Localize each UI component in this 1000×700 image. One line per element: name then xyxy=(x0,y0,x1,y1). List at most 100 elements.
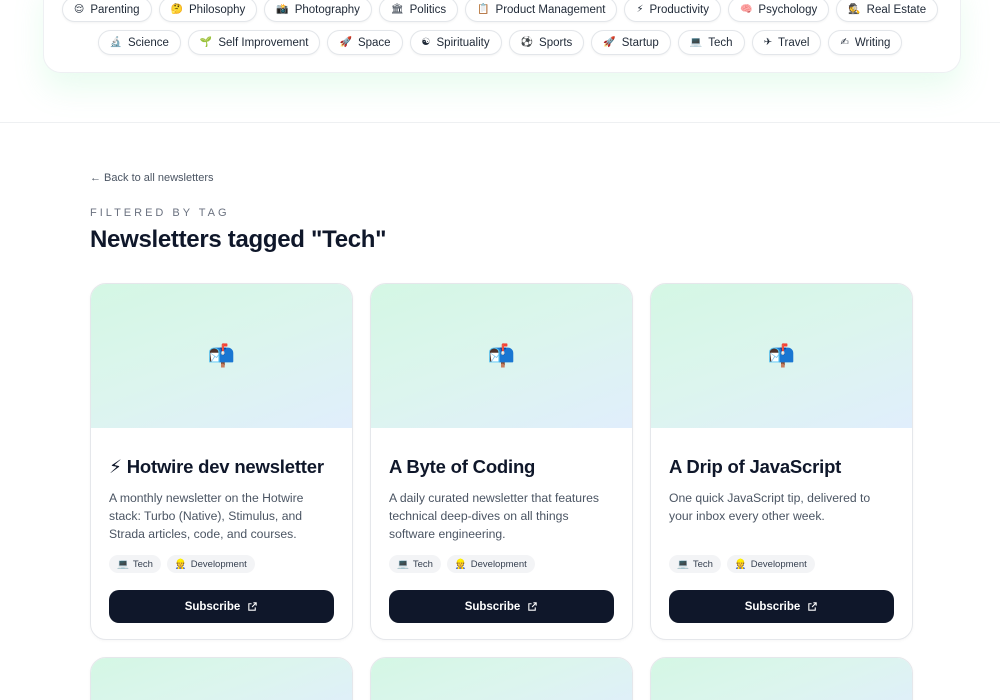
photography-icon: 📸 xyxy=(276,4,289,15)
tag-chip-self-improvement[interactable]: 🌱 Self Improvement xyxy=(187,30,321,55)
tag-chip-parenting[interactable]: 😌 Parenting xyxy=(61,0,152,22)
product-management-icon: 📋 xyxy=(477,4,490,15)
tag-row-2: 🔬 Science 🌱 Self Improvement 🚀 Space ☯ Spiritua… xyxy=(0,30,1000,55)
laptop-icon: 💻 xyxy=(117,558,129,570)
tag-tech[interactable]: 💻 Tech xyxy=(669,555,721,573)
parenting-icon: 😌 xyxy=(73,4,85,15)
tag-chip-travel[interactable]: ✈ Travel xyxy=(751,30,822,55)
tag-chip-real-estate[interactable]: 🕵 Real Estate xyxy=(836,0,939,22)
tag-chip-politics[interactable]: 🏛 Politics xyxy=(378,0,459,22)
page-title: Newsletters tagged "Tech" xyxy=(90,226,387,253)
newsletter-card: 📬 A Byte of Coding A daily curated newsl… xyxy=(370,283,633,640)
science-icon: 🔬 xyxy=(109,37,122,48)
tag-chip-writing[interactable]: ✍ Writing xyxy=(828,30,903,55)
tag-chip-product-management[interactable]: 📋 Product Management xyxy=(465,0,618,22)
newsletter-grid: 📬 ⚡ Hotwire dev newsletter A monthly new… xyxy=(90,283,914,700)
tag-chip-label: Writing xyxy=(854,36,891,49)
card-hero: 📬 xyxy=(91,284,352,428)
tag-chip-label: Spirituality xyxy=(436,36,490,49)
tag-chip-photography[interactable]: 📸 Photography xyxy=(264,0,372,22)
tag-tech[interactable]: 💻 Tech xyxy=(109,555,161,573)
tag-chip-label: Real Estate xyxy=(866,3,927,16)
tag-chip-science[interactable]: 🔬 Science xyxy=(97,30,181,55)
tag-chip-label: Politics xyxy=(409,3,447,16)
back-to-all-link[interactable]: ← Back to all newsletters xyxy=(90,172,214,184)
card-description: One quick JavaScript tip, delivered to y… xyxy=(669,491,871,523)
subscribe-button[interactable]: Subscribe xyxy=(389,590,614,623)
laptop-icon: 💻 xyxy=(677,558,689,570)
tag-label: Development xyxy=(750,558,807,570)
tag-chip-space[interactable]: 🚀 Space xyxy=(327,30,403,55)
mailbox-icon: 📬 xyxy=(487,343,516,368)
tag-chip-label: Startup xyxy=(621,36,659,49)
subscribe-label: Subscribe xyxy=(184,600,241,613)
external-link-icon xyxy=(808,602,818,611)
construction-worker-icon: 👷 xyxy=(454,558,467,570)
tag-label: Tech xyxy=(132,558,153,570)
tag-chip-label: Parenting xyxy=(90,3,140,16)
laptop-icon: 💻 xyxy=(397,558,409,570)
tag-tech[interactable]: 💻 Tech xyxy=(389,555,441,573)
subscribe-button[interactable]: Subscribe xyxy=(109,590,334,623)
card-hero: 📬 xyxy=(651,284,912,428)
construction-worker-icon: 👷 xyxy=(734,558,747,570)
filter-eyebrow: FILTERED BY TAG xyxy=(90,207,230,219)
back-link-label: ← Back to all newsletters xyxy=(90,172,214,184)
tag-chip-startup[interactable]: 🚀 Startup xyxy=(591,30,671,55)
subscribe-button[interactable]: Subscribe xyxy=(669,590,894,623)
tag-label: Tech xyxy=(412,558,433,570)
card-title[interactable]: A Byte of Coding xyxy=(389,456,614,480)
card-description: A daily curated newsletter that features… xyxy=(389,491,600,541)
travel-icon: ✈ xyxy=(763,37,772,48)
tag-chip-label: Travel xyxy=(777,36,810,49)
newsletter-card: 📬 A Drip of JavaScript One quick JavaScr… xyxy=(650,283,913,640)
tag-label: Development xyxy=(190,558,247,570)
tag-development[interactable]: 👷 Development xyxy=(166,555,255,573)
writing-icon: ✍ xyxy=(840,37,849,48)
tag-chip-label: Productivity xyxy=(649,3,709,16)
card-title[interactable]: ⚡ Hotwire dev newsletter xyxy=(109,456,334,480)
external-link-icon xyxy=(248,602,258,611)
tag-chip-philosophy[interactable]: 🤔 Philosophy xyxy=(158,0,258,22)
tag-chip-label: Photography xyxy=(294,3,360,16)
tag-chip-tech[interactable]: 💻 Tech xyxy=(677,30,745,55)
card-tags: 💻 Tech 👷 Development xyxy=(669,555,894,573)
productivity-icon: ⚡ xyxy=(636,4,644,15)
tag-chip-label: Product Management xyxy=(495,3,606,16)
tag-development[interactable]: 👷 Development xyxy=(446,555,535,573)
tag-chip-psychology[interactable]: 🧠 Psychology xyxy=(727,0,830,22)
section-divider xyxy=(0,122,1000,123)
newsletter-card xyxy=(370,657,633,700)
tag-chip-label: Sports xyxy=(539,36,573,49)
newsletter-card: 📬 ⚡ Hotwire dev newsletter A monthly new… xyxy=(90,283,353,640)
card-tags: 💻 Tech 👷 Development xyxy=(109,555,334,573)
psychology-icon: 🧠 xyxy=(739,4,753,15)
tag-development[interactable]: 👷 Development xyxy=(726,555,815,573)
tag-label: Development xyxy=(470,558,527,570)
tag-chip-productivity[interactable]: ⚡ Productivity xyxy=(624,0,721,22)
tag-chip-label: Self Improvement xyxy=(218,36,309,49)
philosophy-icon: 🤔 xyxy=(170,4,183,15)
sports-icon: ⚽ xyxy=(520,37,534,48)
card-hero xyxy=(371,658,632,700)
external-link-icon xyxy=(528,602,538,611)
construction-worker-icon: 👷 xyxy=(174,558,187,570)
tag-chip-sports[interactable]: ⚽ Sports xyxy=(508,30,585,55)
card-title[interactable]: A Drip of JavaScript xyxy=(669,456,894,480)
real-estate-icon: 🕵 xyxy=(848,4,861,15)
mailbox-icon: 📬 xyxy=(207,343,236,368)
tag-chip-spirituality[interactable]: ☯ Spirituality xyxy=(409,30,502,55)
self-improvement-icon: 🌱 xyxy=(199,37,213,48)
tag-chip-label: Philosophy xyxy=(189,3,246,16)
space-icon: 🚀 xyxy=(339,37,352,48)
subscribe-label: Subscribe xyxy=(744,600,801,613)
tag-chip-label: Psychology xyxy=(758,3,818,16)
card-hero xyxy=(91,658,352,700)
politics-icon: 🏛 xyxy=(390,4,404,15)
tag-chip-label: Science xyxy=(127,36,169,49)
tag-chip-label: Tech xyxy=(708,36,733,49)
mailbox-icon: 📬 xyxy=(767,343,796,368)
newsletter-card xyxy=(650,657,913,700)
subscribe-label: Subscribe xyxy=(464,600,521,613)
tag-chip-label: Space xyxy=(357,36,391,49)
